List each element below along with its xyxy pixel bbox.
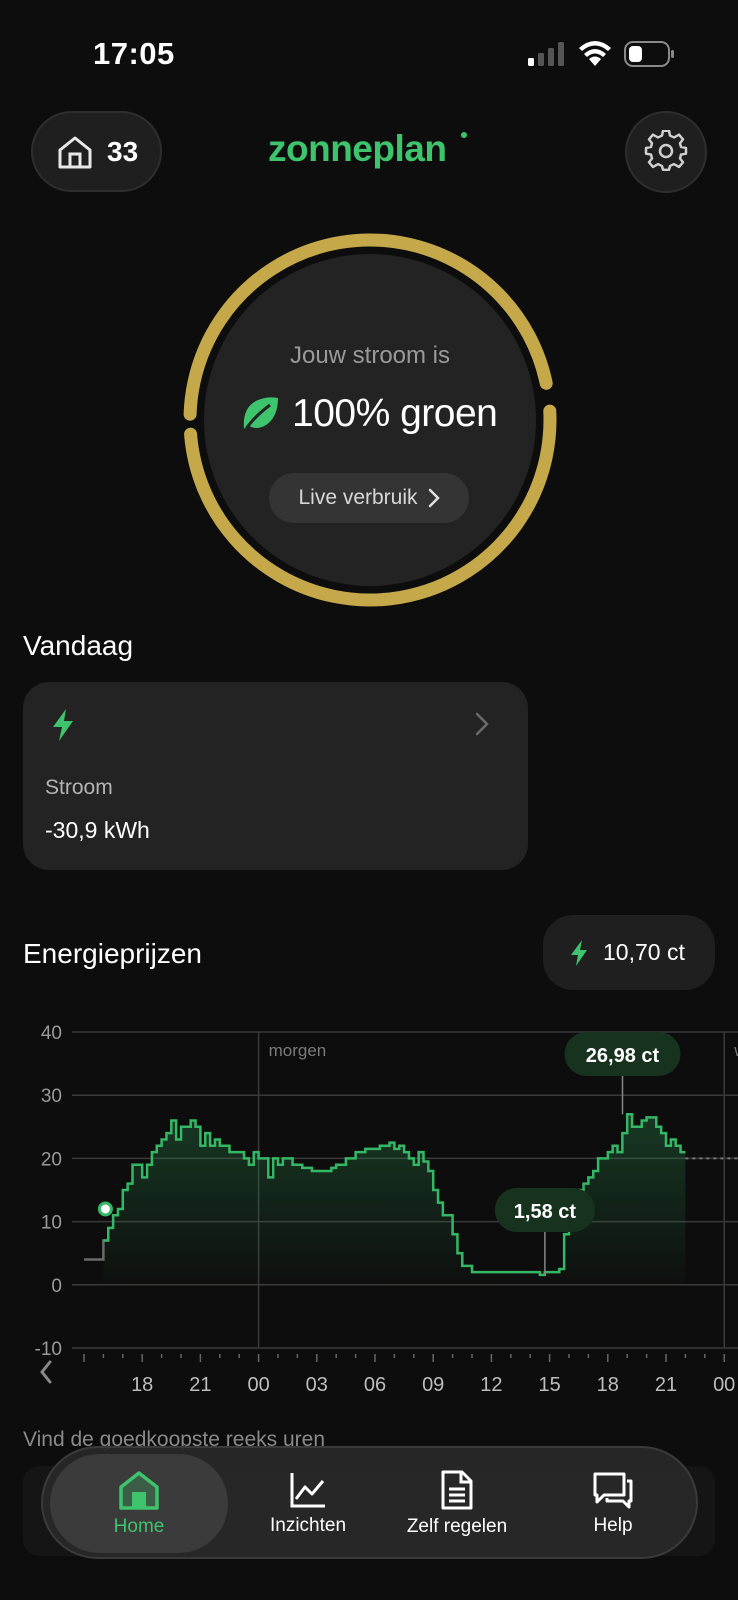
- current-time-marker: [97, 1201, 113, 1217]
- status-time: 17:05: [93, 36, 175, 71]
- nav-self-control[interactable]: Zelf regelen: [378, 1454, 536, 1553]
- zonneplan-logo: zonneplan: [268, 128, 447, 169]
- y-tick-label: -10: [35, 1339, 62, 1360]
- today-electricity-card[interactable]: Stroom -30,9 kWh: [23, 682, 528, 870]
- y-tick-label: 0: [51, 1276, 62, 1297]
- x-tick-label: 09: [422, 1374, 444, 1396]
- x-tick-label: 03: [306, 1374, 328, 1396]
- x-tick-label: 06: [364, 1374, 386, 1396]
- x-tick-label: 15: [538, 1374, 560, 1396]
- home-count: 33: [107, 135, 139, 167]
- home-selector-button[interactable]: 33: [31, 111, 162, 192]
- energy-prices-title: Energieprijzen: [23, 938, 202, 969]
- live-usage-button[interactable]: Live verbruik: [269, 473, 469, 523]
- x-tick-label: 21: [189, 1374, 211, 1396]
- x-tick-label: 00: [713, 1374, 735, 1396]
- live-usage-label: Live verbruik: [298, 486, 418, 509]
- current-price-badge[interactable]: 10,70 ct: [543, 915, 715, 990]
- gear-icon: [644, 130, 688, 171]
- price-chart[interactable]: 40 30 20 10 0 -10 morgen wo 18 21 00 03 06 09 12 15 18 21…: [0, 1010, 738, 1400]
- x-tick-label: 21: [655, 1374, 677, 1396]
- nav-self-control-label: Zelf regelen: [406, 1515, 508, 1537]
- price-area-fill: [103, 1114, 686, 1285]
- past-price-line: [84, 1239, 109, 1261]
- cellular-signal-icon: [528, 42, 564, 66]
- x-tick-label: 12: [480, 1374, 502, 1396]
- nav-insights-label: Inzichten: [269, 1514, 347, 1536]
- x-tick-label: 18: [597, 1374, 619, 1396]
- today-title: Vandaag: [23, 630, 134, 661]
- green-status: 100% groen: [240, 392, 498, 436]
- battery-icon: [624, 41, 674, 67]
- nav-insights[interactable]: Inzichten: [238, 1454, 378, 1553]
- line-chart-icon: [290, 1472, 325, 1507]
- nav-home[interactable]: Home: [50, 1454, 228, 1553]
- ring-subtitle: Jouw stroom is: [289, 342, 451, 369]
- annotation-label: 26,98 ct: [586, 1045, 660, 1067]
- leaf-icon: [243, 397, 278, 430]
- x-tick-label: 18: [131, 1374, 153, 1396]
- y-tick-label: 20: [41, 1149, 62, 1170]
- house-icon: [58, 136, 92, 168]
- house-icon: [119, 1470, 159, 1510]
- nav-home-label: Home: [113, 1515, 165, 1537]
- bolt-icon: [53, 709, 73, 741]
- y-tick-label: 10: [41, 1213, 62, 1234]
- status-bar: 17:05: [0, 0, 738, 100]
- day-label: wo: [733, 1041, 738, 1060]
- nav-help-label: Help: [593, 1514, 633, 1536]
- bottom-navigation: Home Inzichten Zelf regelen Help: [41, 1446, 698, 1559]
- chat-bubbles-icon: [593, 1472, 633, 1508]
- y-tick-label: 30: [41, 1086, 62, 1107]
- bolt-icon: [571, 939, 587, 966]
- electricity-value: -30,9 kWh: [45, 817, 150, 843]
- current-price: 10,70 ct: [603, 939, 685, 965]
- x-tick-label: 00: [247, 1374, 269, 1396]
- annotation-label: 1,58 ct: [514, 1201, 577, 1223]
- chevron-right-icon: [428, 488, 440, 508]
- day-label: morgen: [269, 1041, 327, 1060]
- chevron-left-icon[interactable]: [40, 1360, 52, 1384]
- logo-dot: [461, 132, 467, 138]
- chevron-right-icon: [475, 712, 489, 736]
- y-tick-label: 40: [41, 1023, 62, 1044]
- nav-help[interactable]: Help: [543, 1454, 683, 1553]
- document-icon: [441, 1470, 473, 1509]
- wifi-icon: [579, 41, 611, 66]
- electricity-label: Stroom: [45, 776, 113, 799]
- settings-button[interactable]: [625, 111, 707, 193]
- green-percentage: 100% groen: [292, 392, 498, 435]
